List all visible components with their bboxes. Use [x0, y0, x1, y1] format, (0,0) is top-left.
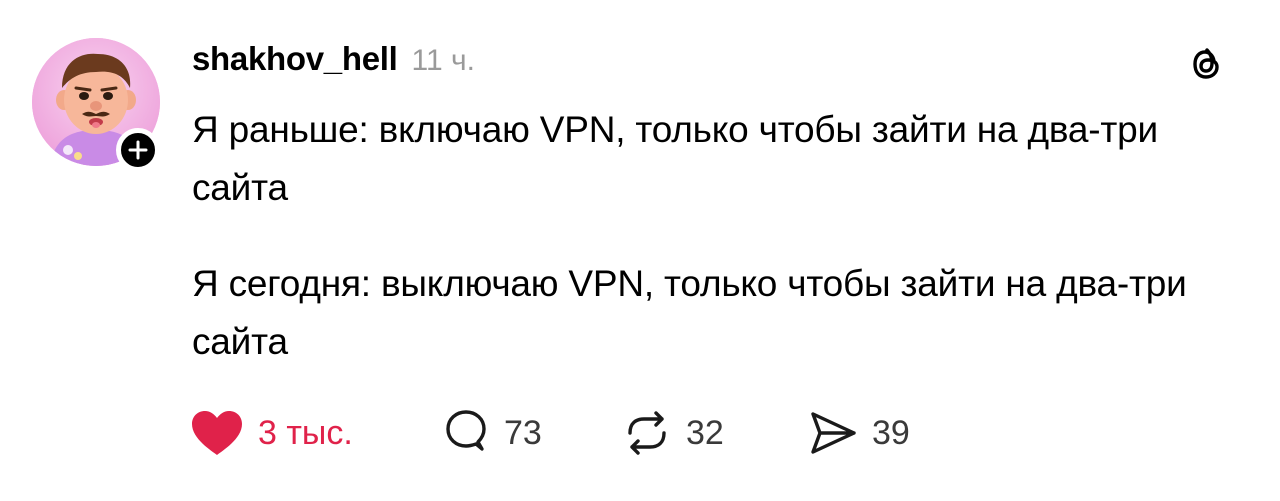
heart-icon [192, 411, 242, 455]
post-text-paragraph: Я сегодня: выключаю VPN, только чтобы за… [192, 263, 1187, 362]
comment-bubble-icon [446, 410, 486, 451]
repost-count: 32 [686, 413, 724, 452]
post-actions: 3 тыс. 73 32 39 [190, 408, 948, 458]
send-icon [811, 412, 856, 454]
comment-button[interactable]: 73 [442, 408, 622, 458]
threads-logo-icon[interactable] [1188, 44, 1224, 84]
like-count: 3 тыс. [258, 413, 353, 452]
repost-icon [628, 411, 666, 455]
threads-post: shakhov_hell 11 ч. Я раньше: включаю VPN… [0, 0, 1280, 501]
username[interactable]: shakhov_hell [192, 40, 398, 78]
author-avatar-group [32, 38, 160, 172]
plus-icon [128, 140, 148, 160]
timestamp: 11 ч. [411, 44, 475, 77]
post-text-paragraph: Я раньше: включаю VPN, только чтобы зайт… [192, 109, 1158, 208]
repost-button[interactable]: 32 [622, 408, 808, 458]
follow-button[interactable] [116, 128, 160, 172]
post-header: shakhov_hell 11 ч. [192, 40, 475, 84]
like-button[interactable]: 3 тыс. [190, 408, 442, 458]
share-button[interactable]: 39 [808, 408, 948, 458]
share-count: 39 [872, 413, 910, 452]
comment-count: 73 [504, 413, 542, 452]
